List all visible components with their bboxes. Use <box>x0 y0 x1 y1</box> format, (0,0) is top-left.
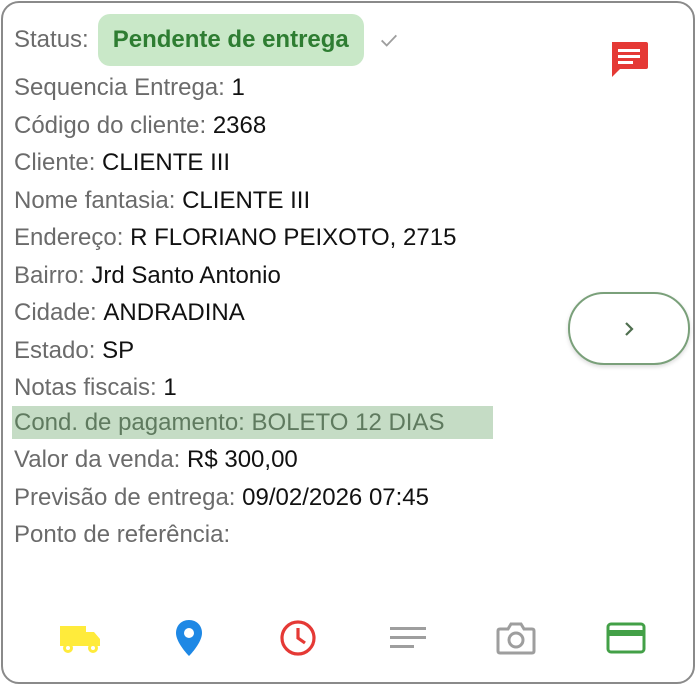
field-cliente: Cliente: CLIENTE III <box>14 149 231 176</box>
clock-icon[interactable] <box>273 613 323 663</box>
truck-icon[interactable] <box>55 613 105 663</box>
field-ponto-referencia: Ponto de referência: <box>14 521 231 548</box>
notes-icon[interactable] <box>383 613 433 663</box>
field-sequencia: Sequencia Entrega: 1 <box>14 74 245 101</box>
check-icon[interactable] <box>378 29 400 51</box>
field-notas-fiscais: Notas fiscais: 1 <box>14 374 177 401</box>
field-cond-pagamento: Cond. de pagamento: BOLETO 12 DIAS <box>14 409 445 436</box>
action-toolbar <box>3 613 697 663</box>
next-button[interactable] <box>568 292 690 365</box>
field-cidade: Cidade: ANDRADINA <box>14 299 245 326</box>
field-valor-venda: Valor da venda: R$ 300,00 <box>14 446 298 473</box>
delivery-card: Status: Pendente de entrega Sequencia En… <box>1 1 695 684</box>
details-list-2: Valor da venda: R$ 300,00 Previsão de en… <box>14 441 429 554</box>
details-list: Sequencia Entrega: 1 Código do cliente: … <box>14 69 456 407</box>
status-label: Status: <box>14 26 89 53</box>
field-endereco: Endereço: R FLORIANO PEIXOTO, 2715 <box>14 224 457 251</box>
field-previsao-entrega: Previsão de entrega: 09/02/2026 07:45 <box>14 483 429 511</box>
location-pin-icon[interactable] <box>164 613 214 663</box>
field-nome-fantasia: Nome fantasia: CLIENTE III <box>14 186 311 214</box>
field-estado: Estado: SP <box>14 336 135 364</box>
chevron-right-icon <box>625 321 634 336</box>
status-badge: Pendente de entrega <box>97 14 364 66</box>
status-row: Status: Pendente de entrega <box>14 14 400 66</box>
field-codigo-cliente: Código do cliente: 2368 <box>14 111 267 139</box>
field-bairro: Bairro: Jrd Santo Antonio <box>14 261 281 289</box>
chat-icon[interactable] <box>607 37 651 81</box>
credit-card-icon[interactable] <box>601 613 651 663</box>
camera-icon[interactable] <box>491 613 541 663</box>
